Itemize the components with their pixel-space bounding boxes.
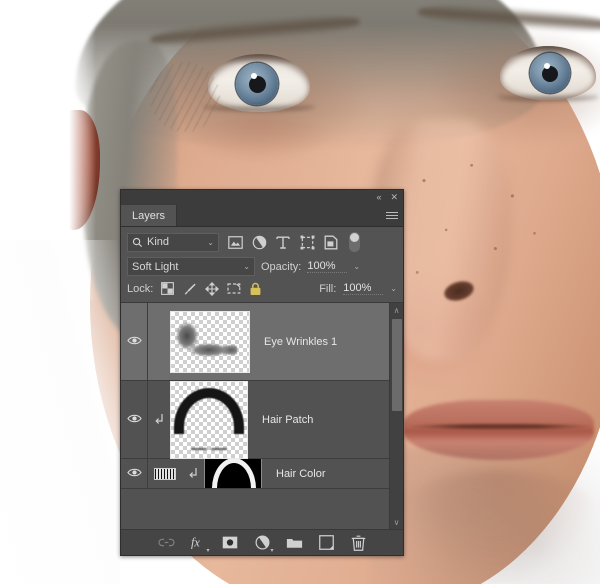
filter-shape-layers-icon[interactable] bbox=[299, 234, 315, 250]
filter-pixel-layers-icon[interactable] bbox=[227, 234, 243, 250]
hamburger-menu-icon[interactable] bbox=[381, 205, 403, 226]
eye-icon[interactable] bbox=[127, 467, 142, 481]
blend-opacity-row: Soft Light ⌄ Opacity: 100% ⌄ bbox=[127, 257, 397, 276]
layer-thumbnail[interactable] bbox=[170, 381, 248, 459]
wrinkle-texture-art bbox=[173, 320, 237, 362]
filter-kind-select[interactable]: Kind ⌄ bbox=[127, 233, 219, 252]
skin-freckles bbox=[390, 150, 560, 320]
layer-visibility-cell[interactable] bbox=[121, 303, 148, 380]
opacity-label: Opacity: bbox=[261, 261, 301, 273]
layers-panel[interactable]: « ✕ Layers Kind ⌄ bbox=[120, 189, 404, 556]
left-lash-line bbox=[204, 104, 314, 111]
chevron-down-icon: ▾ bbox=[270, 547, 273, 554]
hair-arc-art bbox=[174, 388, 244, 434]
layers-controls: Kind ⌄ bbox=[121, 227, 403, 302]
left-eye-glint bbox=[251, 73, 257, 79]
crows-feet-wrinkles bbox=[150, 62, 220, 132]
filter-adjustment-layers-icon[interactable] bbox=[251, 234, 267, 250]
scroll-up-chevron-icon[interactable]: ∧ bbox=[390, 303, 403, 317]
panel-titlebar: « ✕ bbox=[121, 190, 403, 205]
filter-row: Kind ⌄ bbox=[127, 232, 397, 252]
new-adjustment-layer-button[interactable]: ▾ bbox=[254, 534, 271, 551]
table-row[interactable]: Hair Color bbox=[121, 459, 403, 489]
double-chevron-left-icon[interactable]: « bbox=[376, 193, 381, 202]
filter-enable-toggle[interactable] bbox=[349, 232, 360, 252]
lock-position-icon[interactable] bbox=[204, 281, 219, 296]
opacity-scrubber-chevron-down-icon[interactable]: ⌄ bbox=[353, 262, 360, 271]
table-row[interactable]: Hair Patch bbox=[121, 381, 403, 459]
lock-image-pixels-icon[interactable] bbox=[182, 281, 197, 296]
filter-kind-label: Kind bbox=[147, 236, 169, 248]
delete-layer-button[interactable] bbox=[350, 534, 367, 551]
layer-thumbnail-cell[interactable] bbox=[170, 381, 248, 459]
under-eye-area bbox=[186, 118, 331, 160]
mouth-line bbox=[404, 424, 596, 429]
layer-list[interactable]: Eye Wrinkles 1 bbox=[121, 302, 403, 529]
magnifier-icon bbox=[132, 237, 143, 248]
layers-panel-footer: fx ▾ ▾ bbox=[121, 529, 403, 555]
tabstrip-filler bbox=[177, 205, 381, 226]
layer-visibility-cell[interactable] bbox=[121, 381, 148, 458]
layer-thumbnail-cell[interactable] bbox=[204, 459, 262, 489]
scroll-down-chevron-icon[interactable]: ∨ bbox=[390, 515, 403, 529]
layer-thumbnail-cell[interactable] bbox=[170, 311, 250, 373]
filter-type-layers-icon[interactable] bbox=[275, 234, 291, 250]
blend-mode-value: Soft Light bbox=[132, 261, 178, 273]
lock-all-icon[interactable] bbox=[248, 281, 263, 296]
layer-visibility-cell[interactable] bbox=[121, 459, 148, 488]
right-eye-glint bbox=[544, 63, 550, 69]
chevron-down-icon[interactable]: ⌄ bbox=[237, 262, 250, 271]
lock-transparent-pixels-icon[interactable] bbox=[160, 281, 175, 296]
blend-mode-select[interactable]: Soft Light ⌄ bbox=[127, 257, 255, 276]
opacity-input[interactable]: 100% bbox=[307, 260, 347, 273]
clipping-mask-arrow-icon bbox=[182, 467, 204, 480]
layer-list-scrollbar[interactable]: ∧ ∨ bbox=[389, 303, 403, 529]
eye-icon[interactable] bbox=[127, 413, 142, 427]
hair-color-mask-art bbox=[212, 459, 256, 489]
layer-name-label[interactable]: Hair Color bbox=[276, 468, 326, 480]
filter-icon-group bbox=[227, 232, 360, 252]
add-layer-style-button[interactable]: fx ▾ bbox=[190, 534, 207, 551]
fill-scrubber-chevron-down-icon[interactable]: ⌄ bbox=[390, 284, 397, 293]
filter-smart-object-icon[interactable] bbox=[323, 234, 339, 250]
eye-icon[interactable] bbox=[127, 335, 142, 349]
fill-label: Fill: bbox=[319, 283, 336, 295]
scrollbar-thumb[interactable] bbox=[392, 319, 402, 411]
tab-layers[interactable]: Layers bbox=[121, 205, 177, 226]
add-layer-mask-button[interactable] bbox=[222, 534, 239, 551]
new-group-button[interactable] bbox=[286, 534, 303, 551]
stubble bbox=[370, 448, 600, 584]
fill-input[interactable]: 100% bbox=[343, 282, 383, 295]
layer-thumbnail[interactable] bbox=[170, 311, 250, 373]
right-lash-line bbox=[498, 94, 598, 101]
table-row[interactable]: Eye Wrinkles 1 bbox=[121, 303, 403, 381]
close-icon[interactable]: ✕ bbox=[390, 193, 398, 202]
clipping-mask-arrow-icon bbox=[148, 413, 170, 426]
white-background-bottom-left bbox=[0, 240, 120, 584]
svg-text:fx: fx bbox=[190, 536, 199, 550]
lock-fill-row: Lock: bbox=[127, 281, 397, 302]
link-layers-button[interactable] bbox=[158, 534, 175, 551]
layer-mask-strip-icon bbox=[148, 468, 182, 480]
panel-tabstrip: Layers bbox=[121, 205, 403, 227]
chevron-down-icon: ▾ bbox=[206, 547, 209, 554]
scrollbar-track[interactable] bbox=[390, 317, 403, 515]
layer-name-label[interactable]: Hair Patch bbox=[262, 414, 313, 426]
lock-label: Lock: bbox=[127, 283, 153, 295]
layer-name-label[interactable]: Eye Wrinkles 1 bbox=[264, 336, 337, 348]
layer-thumbnail[interactable] bbox=[204, 459, 262, 489]
new-layer-button[interactable] bbox=[318, 534, 335, 551]
tab-layers-label: Layers bbox=[132, 210, 165, 222]
lock-artboard-nesting-icon[interactable] bbox=[226, 281, 241, 296]
chevron-down-icon[interactable]: ⌄ bbox=[201, 238, 214, 247]
